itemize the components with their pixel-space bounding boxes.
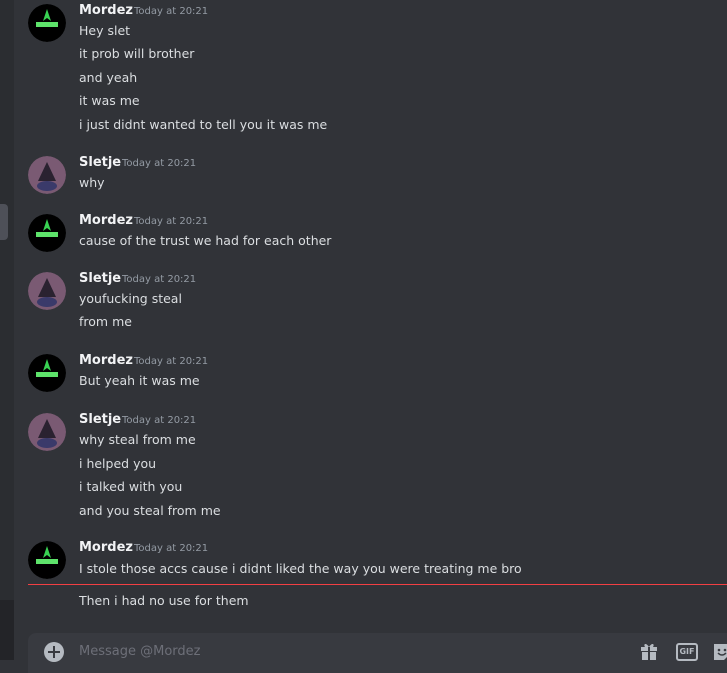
message-line: Then i had no use for them [79, 593, 249, 608]
author-name[interactable]: Mordez [79, 540, 133, 555]
timestamp[interactable]: Today at 20:21 [134, 543, 208, 554]
message-line: cause of the trust we had for each other [79, 233, 332, 248]
message-line: i helped you [79, 456, 157, 471]
timestamp[interactable]: Today at 20:21 [134, 6, 208, 17]
add-attachment-icon[interactable] [44, 642, 64, 662]
avatar[interactable] [28, 354, 66, 392]
new-messages-divider [28, 584, 727, 585]
message-line: and yeah [79, 70, 138, 85]
message-line: from me [79, 314, 132, 329]
user-panel-edge [0, 600, 14, 660]
author-name[interactable]: Sletje [79, 155, 121, 170]
message-group: Sletje Today at 20:21 youfucking steal f… [28, 271, 727, 333]
message-line: it prob will brother [79, 46, 195, 61]
message-line: why [79, 175, 105, 190]
avatar[interactable] [28, 272, 66, 310]
author-name[interactable]: Mordez [79, 353, 133, 368]
message-input[interactable] [79, 641, 599, 661]
message-composer: GIF [28, 633, 727, 673]
timestamp[interactable]: Today at 20:21 [134, 216, 208, 227]
sticker-icon[interactable] [712, 642, 727, 660]
author-name[interactable]: Sletje [79, 412, 121, 427]
message-line: it was me [79, 93, 140, 108]
gif-icon[interactable]: GIF [676, 643, 698, 661]
scrollbar-thumb[interactable] [0, 204, 8, 240]
message-group: Mordez Today at 20:21 cause of the trust… [28, 213, 727, 253]
message-group: Sletje Today at 20:21 why [28, 155, 727, 195]
message-line: Hey slet [79, 23, 131, 38]
avatar[interactable] [28, 214, 66, 252]
timestamp[interactable]: Today at 20:21 [122, 274, 196, 285]
avatar[interactable] [28, 156, 66, 194]
avatar[interactable] [28, 413, 66, 451]
author-name[interactable]: Sletje [79, 271, 121, 286]
message-group: Sletje Today at 20:21 why steal from me … [28, 412, 727, 522]
message-line: youfucking steal [79, 291, 182, 306]
message-group: Mordez Today at 20:21 Hey slet it prob w… [28, 3, 727, 138]
timestamp[interactable]: Today at 20:21 [122, 415, 196, 426]
timestamp[interactable]: Today at 20:21 [134, 356, 208, 367]
gift-icon[interactable] [640, 642, 658, 660]
message-group: Mordez Today at 20:21 I stole those accs… [28, 540, 727, 612]
author-name[interactable]: Mordez [79, 213, 133, 228]
author-name[interactable]: Mordez [79, 3, 133, 18]
avatar[interactable] [28, 541, 66, 579]
message-line: i talked with you [79, 479, 183, 494]
server-sidebar [0, 0, 14, 660]
timestamp[interactable]: Today at 20:21 [122, 158, 196, 169]
message-line: why steal from me [79, 432, 196, 447]
message-line: i just didnt wanted to tell you it was m… [79, 117, 328, 132]
message-group: Mordez Today at 20:21 But yeah it was me [28, 353, 727, 393]
message-line: and you steal from me [79, 503, 221, 518]
message-line: I stole those accs cause i didnt liked t… [79, 561, 522, 576]
message-line: But yeah it was me [79, 373, 200, 388]
avatar[interactable] [28, 4, 66, 42]
